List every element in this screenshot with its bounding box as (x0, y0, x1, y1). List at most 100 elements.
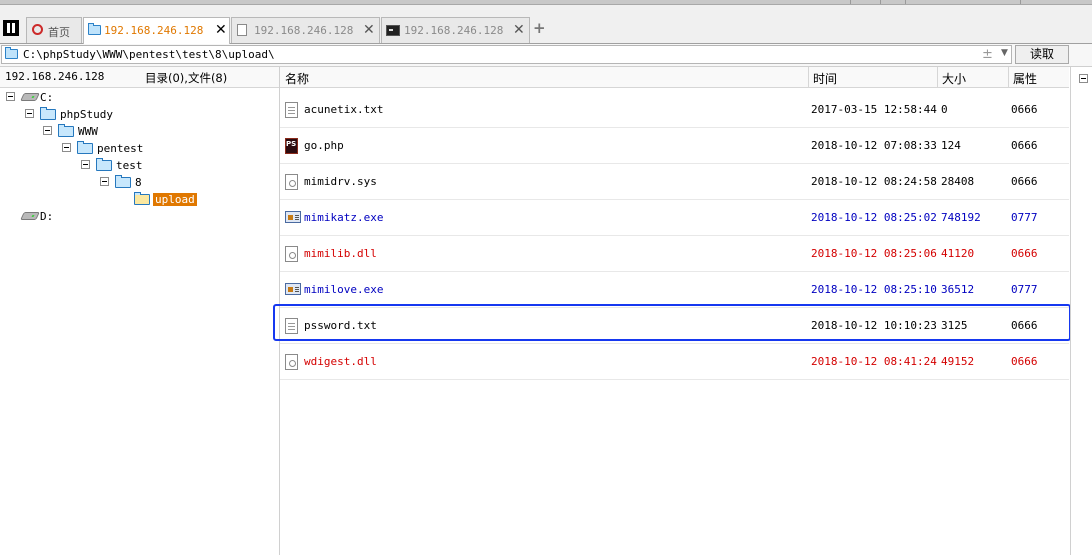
folder-icon (40, 107, 56, 120)
column-divider[interactable] (937, 67, 938, 87)
drive-icon (20, 212, 40, 220)
chevron-down-icon[interactable]: ▼ (1001, 48, 1008, 58)
folder-icon (96, 158, 112, 171)
dll-file-icon (285, 354, 298, 370)
tree-node-c-drive[interactable]: C: (0, 89, 270, 106)
file-time: 2017-03-15 12:58:44 (811, 103, 937, 116)
close-tab-icon[interactable]: ✕ (215, 22, 227, 38)
file-size: 748192 (941, 211, 981, 224)
file-name: mimidrv.sys (304, 175, 377, 188)
folder-icon (77, 141, 93, 154)
address-bar: C:\phpStudy\WWW\pentest\test\8\upload\ ±… (0, 44, 1092, 67)
tree-node-label: upload (153, 193, 197, 206)
file-time: 2018-10-12 08:25:02 (811, 211, 937, 224)
file-name: mimikatz.exe (304, 211, 384, 224)
collapse-icon[interactable] (1079, 74, 1088, 83)
table-row[interactable]: mimidrv.sys 2018-10-12 08:24:58 28408 06… (280, 163, 1069, 200)
collapse-icon[interactable] (100, 177, 109, 186)
table-row[interactable]: mimilib.dll 2018-10-12 08:25:06 41120 06… (280, 235, 1069, 272)
tree-node-d-drive[interactable]: D: (0, 208, 270, 225)
app-logo-icon[interactable] (3, 20, 19, 36)
file-time: 2018-10-12 08:25:06 (811, 247, 937, 260)
file-name: wdigest.dll (304, 355, 377, 368)
table-row[interactable]: mimikatz.exe 2018-10-12 08:25:02 748192 … (280, 199, 1069, 236)
highlight-annotation-box (273, 304, 1071, 341)
tree-node-pentest[interactable]: pentest (0, 140, 270, 157)
read-button[interactable]: 读取 (1015, 45, 1069, 64)
column-divider[interactable] (808, 67, 809, 87)
tab-remote-terminal[interactable]: 192.168.246.128 ✕ (381, 17, 530, 43)
add-tab-icon[interactable]: + (533, 19, 546, 37)
directory-summary: 目录(0),文件(8) (145, 71, 228, 85)
file-list-header: 名称 时间 大小 属性 (280, 67, 1069, 88)
file-attr: 0666 (1011, 103, 1038, 116)
close-tab-icon[interactable]: ✕ (513, 22, 525, 38)
file-attr: 0666 (1011, 139, 1038, 152)
column-header-name[interactable]: 名称 (285, 70, 309, 87)
folder-icon (88, 23, 101, 35)
exe-file-icon (285, 211, 301, 223)
collapse-icon[interactable] (62, 143, 71, 152)
tree-node-label: pentest (97, 142, 144, 155)
file-name: mimilove.exe (304, 283, 384, 296)
file-attr: 0777 (1011, 211, 1038, 224)
tab-remote-files[interactable]: 192.168.246.128 ✕ (83, 17, 230, 44)
folder-icon (5, 47, 18, 59)
drive-icon (20, 93, 40, 101)
tree-node-label: test (116, 159, 143, 172)
tab-remote-file-view[interactable]: 192.168.246.128 ✕ (231, 17, 380, 43)
tree-node-test[interactable]: test (0, 157, 270, 174)
table-row[interactable]: go.php 2018-10-12 07:08:33 124 0666 (280, 127, 1069, 164)
file-attr: 0777 (1011, 283, 1038, 296)
tree-node-upload[interactable]: upload (0, 191, 270, 208)
file-time: 2018-10-12 07:08:33 (811, 139, 937, 152)
file-time: 2018-10-12 08:41:24 (811, 355, 937, 368)
column-divider[interactable] (1008, 67, 1009, 87)
dll-file-icon (285, 246, 298, 262)
file-name: acunetix.txt (304, 103, 384, 116)
tab-home[interactable]: 首页 (26, 17, 82, 43)
file-size: 36512 (941, 283, 975, 296)
path-input[interactable]: C:\phpStudy\WWW\pentest\test\8\upload\ ±… (1, 45, 1012, 64)
path-toggle-icon[interactable]: ± (982, 47, 993, 62)
collapse-icon[interactable] (6, 92, 15, 101)
collapse-icon[interactable] (43, 126, 52, 135)
tree-header: 192.168.246.128 目录(0),文件(8) (0, 67, 279, 88)
file-size: 124 (941, 139, 961, 152)
file-icon (237, 24, 247, 36)
exe-file-icon (285, 283, 301, 295)
file-attr: 0666 (1011, 175, 1038, 188)
tab-bar: 首页 192.168.246.128 ✕ 192.168.246.128 ✕ 1… (0, 5, 1092, 44)
close-tab-icon[interactable]: ✕ (363, 22, 375, 38)
file-name: go.php (304, 139, 344, 152)
tab-label: 首页 (48, 26, 70, 39)
tab-label: 192.168.246.128 (104, 24, 204, 37)
tree-node-label: WWW (78, 125, 98, 138)
file-size: 0 (941, 103, 948, 116)
tree-node-phpstudy[interactable]: phpStudy (0, 106, 270, 123)
column-header-attr[interactable]: 属性 (1013, 70, 1037, 87)
collapse-icon[interactable] (81, 160, 90, 169)
table-row[interactable]: acunetix.txt 2017-03-15 12:58:44 0 0666 (280, 91, 1069, 128)
folder-icon (115, 175, 131, 188)
tree-node-label: C: (40, 91, 54, 104)
right-side-panel (1070, 67, 1092, 555)
file-size: 49152 (941, 355, 975, 368)
collapse-icon[interactable] (25, 109, 34, 118)
terminal-icon (386, 25, 400, 36)
file-attr: 0666 (1011, 247, 1038, 260)
file-name: mimilib.dll (304, 247, 377, 260)
file-attr: 0666 (1011, 355, 1038, 368)
file-time: 2018-10-12 08:24:58 (811, 175, 937, 188)
file-size: 41120 (941, 247, 975, 260)
column-header-size[interactable]: 大小 (942, 70, 966, 87)
table-row[interactable]: wdigest.dll 2018-10-12 08:41:24 49152 06… (280, 343, 1069, 380)
open-folder-icon (134, 192, 150, 205)
tree-node-8[interactable]: 8 (0, 174, 270, 191)
tree-node-www[interactable]: WWW (0, 123, 270, 140)
system-file-icon (285, 174, 298, 190)
tree-node-label: phpStudy (60, 108, 113, 121)
column-header-time[interactable]: 时间 (813, 70, 837, 87)
table-row[interactable]: mimilove.exe 2018-10-12 08:25:10 36512 0… (280, 271, 1069, 308)
host-label: 192.168.246.128 (5, 70, 105, 83)
